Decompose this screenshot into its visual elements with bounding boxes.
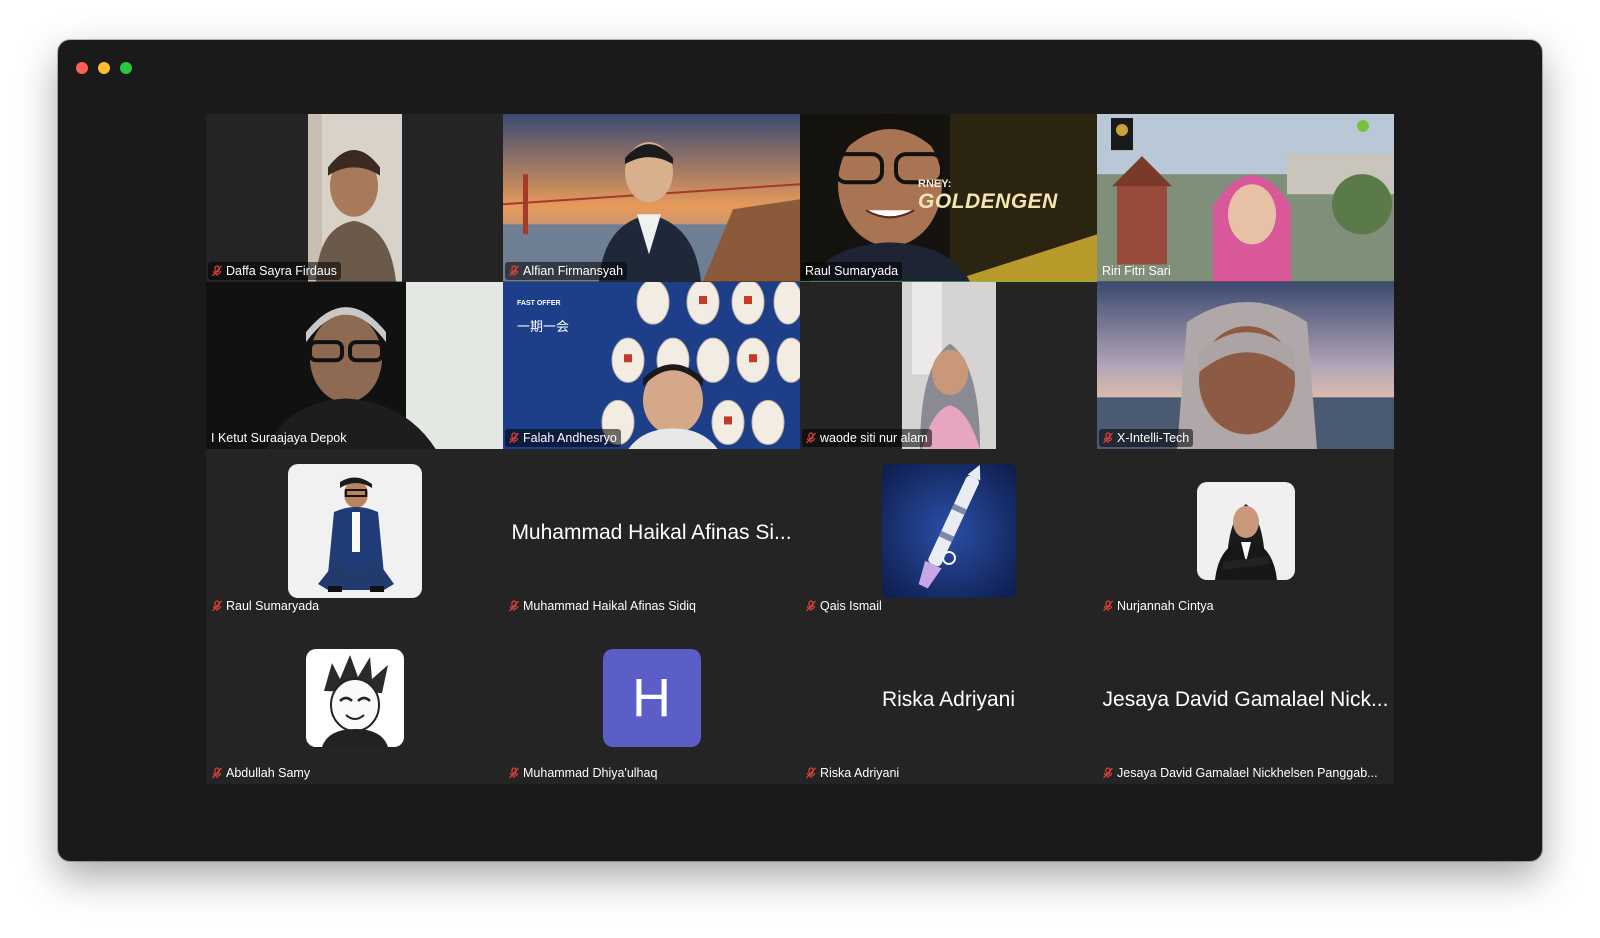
participant-tile-active-speaker[interactable]: RNEY: GOLDENGEN Raul Sumaryada (800, 114, 1097, 282)
microphone-muted-icon (1103, 432, 1113, 444)
participant-video (307, 114, 402, 282)
participant-tile[interactable]: Muhammad Haikal Afinas Si... Muhammad Ha… (503, 449, 800, 617)
profile-picture (881, 463, 1016, 598)
participant-name-tag: Qais Ismail (802, 597, 886, 615)
participant-name: Nurjannah Cintya (1117, 598, 1214, 613)
participant-tile[interactable]: Jesaya David Gamalael Nick... Jesaya Dav… (1097, 616, 1394, 784)
participant-tile[interactable]: Raul Sumaryada (206, 449, 503, 617)
microphone-muted-icon (806, 432, 816, 444)
participant-tile[interactable]: X-Intelli-Tech (1097, 281, 1394, 449)
window-controls (76, 62, 132, 74)
participant-video (206, 281, 503, 449)
participant-name: Qais Ismail (820, 598, 882, 613)
virtual-background-text: RNEY: (918, 178, 952, 190)
microphone-muted-icon (509, 599, 519, 611)
participant-tile[interactable]: Nurjannah Cintya (1097, 449, 1394, 617)
gallery-view: Daffa Sayra Firdaus Alfian Firmansyah RN… (206, 114, 1394, 784)
virtual-background-brand: FAST OFFER (517, 299, 561, 307)
participant-name: Jesaya David Gamalael Nickhelsen Panggab… (1117, 766, 1378, 780)
participant-name: Abdullah Samy (226, 766, 311, 780)
microphone-muted-icon (1103, 599, 1113, 611)
participant-name-tag: waode siti nur alam (802, 429, 932, 447)
participant-tile[interactable]: Riri Fitri Sari (1097, 114, 1394, 282)
participant-video (1097, 281, 1394, 449)
participant-name-tag: I Ketut Suraajaya Depok (208, 429, 351, 447)
participant-name: Muhammad Haikal Afinas Sidiq (523, 598, 696, 613)
participant-display-name: Jesaya David Gamalael Nick... (1102, 688, 1389, 712)
participant-video (503, 114, 800, 282)
microphone-muted-icon (806, 767, 816, 779)
participant-tile[interactable]: waode siti nur alam (800, 281, 1097, 449)
participant-name-tag: Daffa Sayra Firdaus (208, 261, 341, 280)
participant-name-tag: Abdullah Samy (208, 764, 314, 782)
participant-name: Muhammad Dhiya'ulhaq (523, 766, 658, 780)
participant-name-tag: Alfian Firmansyah (505, 261, 628, 280)
participant-video (503, 281, 800, 449)
participant-name-tag: Riska Adriyani (802, 764, 903, 782)
zoom-window-button[interactable] (120, 62, 132, 74)
participant-name: X-Intelli-Tech (1117, 431, 1190, 445)
participant-name: Alfian Firmansyah (523, 263, 624, 278)
minimize-window-button[interactable] (98, 62, 110, 74)
microphone-muted-icon (1103, 767, 1113, 779)
microphone-muted-icon (509, 767, 519, 779)
participant-video (901, 281, 996, 449)
participant-name: Riska Adriyani (820, 766, 900, 780)
participant-name: I Ketut Suraajaya Depok (211, 431, 347, 445)
profile-picture (287, 463, 422, 598)
letter-avatar: H (602, 649, 701, 748)
profile-picture (1196, 481, 1295, 580)
participant-tile[interactable]: H Muhammad Dhiya'ulhaq (503, 616, 800, 784)
microphone-muted-icon (212, 767, 222, 779)
microphone-muted-icon (509, 432, 519, 444)
participant-name: Riri Fitri Sari (1102, 263, 1171, 278)
virtual-background-logo: GOLDENGEN (918, 190, 1058, 213)
participant-tile[interactable]: Riska Adriyani Riska Adriyani (800, 616, 1097, 784)
participant-name: waode siti nur alam (820, 431, 928, 445)
virtual-background-text: 一期一会 (517, 318, 570, 334)
participant-name-tag: X-Intelli-Tech (1099, 429, 1194, 447)
participant-name-tag: Nurjannah Cintya (1099, 597, 1218, 615)
participant-name-tag: Falah Andhesryo (505, 429, 621, 447)
participant-name-tag: Raul Sumaryada (802, 261, 903, 280)
participant-display-name: Muhammad Haikal Afinas Si... (511, 520, 792, 544)
microphone-muted-icon (212, 264, 222, 276)
participant-tile[interactable]: I Ketut Suraajaya Depok (206, 281, 503, 449)
microphone-muted-icon (509, 264, 519, 276)
participant-name: Raul Sumaryada (805, 263, 899, 278)
participant-tile[interactable]: Alfian Firmansyah (503, 114, 800, 282)
participant-name-tag: Jesaya David Gamalael Nickhelsen Panggab… (1099, 764, 1382, 782)
close-window-button[interactable] (76, 62, 88, 74)
microphone-muted-icon (212, 599, 222, 611)
participant-name: Falah Andhesryo (523, 431, 617, 445)
participant-tile[interactable]: Daffa Sayra Firdaus (206, 114, 503, 282)
participant-name-tag: Riri Fitri Sari (1099, 262, 1175, 280)
participant-name-tag: Muhammad Haikal Afinas Sidiq (505, 597, 700, 615)
participant-name-tag: Raul Sumaryada (208, 597, 323, 615)
participant-name-tag: Muhammad Dhiya'ulhaq (505, 764, 661, 782)
microphone-muted-icon (806, 599, 816, 611)
participant-name: Raul Sumaryada (226, 598, 320, 613)
participant-tile[interactable]: Qais Ismail (800, 449, 1097, 617)
participant-video (1097, 114, 1394, 282)
participant-tile[interactable]: Abdullah Samy (206, 616, 503, 784)
participant-tile[interactable]: FAST OFFER 一期一会 Falah Andhesryo (503, 281, 800, 449)
participant-name: Daffa Sayra Firdaus (226, 263, 337, 278)
participant-display-name: Riska Adriyani (881, 688, 1016, 712)
meeting-window: Daffa Sayra Firdaus Alfian Firmansyah RN… (58, 40, 1542, 861)
profile-picture (305, 649, 404, 748)
